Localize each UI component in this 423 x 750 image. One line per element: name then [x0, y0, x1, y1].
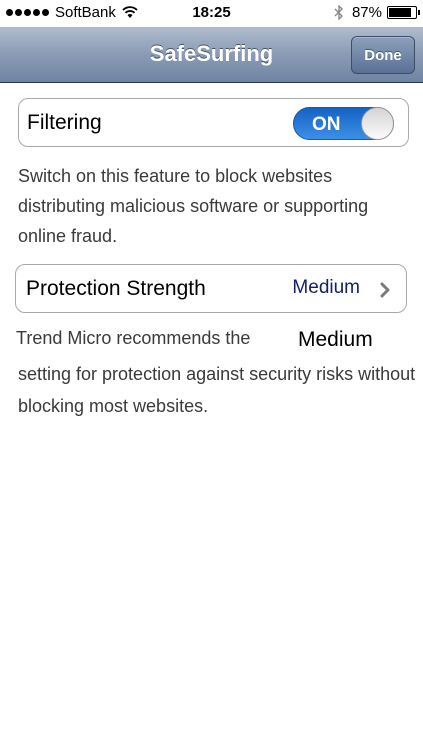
filtering-toggle[interactable]: ON: [293, 107, 394, 140]
protection-strength-label: Protection Strength: [26, 277, 206, 300]
navigation-bar: SafeSurfing Done: [0, 27, 423, 83]
status-bar: SoftBank 18:25 87%: [0, 0, 423, 27]
chevron-right-icon: [380, 282, 390, 298]
toggle-knob: [361, 107, 394, 140]
done-button[interactable]: Done: [351, 36, 415, 74]
bluetooth-icon: [334, 5, 343, 20]
battery-percent: 87%: [351, 4, 382, 21]
filtering-label: Filtering: [27, 111, 102, 134]
protection-description: Trend Micro recommends the Medium settin…: [16, 324, 416, 422]
status-right: 87%: [334, 4, 420, 21]
protection-description-prefix: Trend Micro recommends the: [16, 328, 251, 348]
filtering-description: Switch on this feature to block websites…: [18, 166, 369, 246]
protection-description-highlight: Medium: [298, 328, 373, 351]
protection-strength-value: Medium: [292, 277, 360, 298]
toggle-state-label: ON: [312, 114, 341, 135]
filtering-cell: Filtering ON: [18, 98, 409, 147]
battery-fill: [389, 8, 412, 17]
protection-strength-cell[interactable]: Protection Strength Medium: [15, 264, 407, 313]
protection-description-rest: setting for protection against security …: [18, 364, 416, 416]
battery-icon: [387, 6, 420, 19]
